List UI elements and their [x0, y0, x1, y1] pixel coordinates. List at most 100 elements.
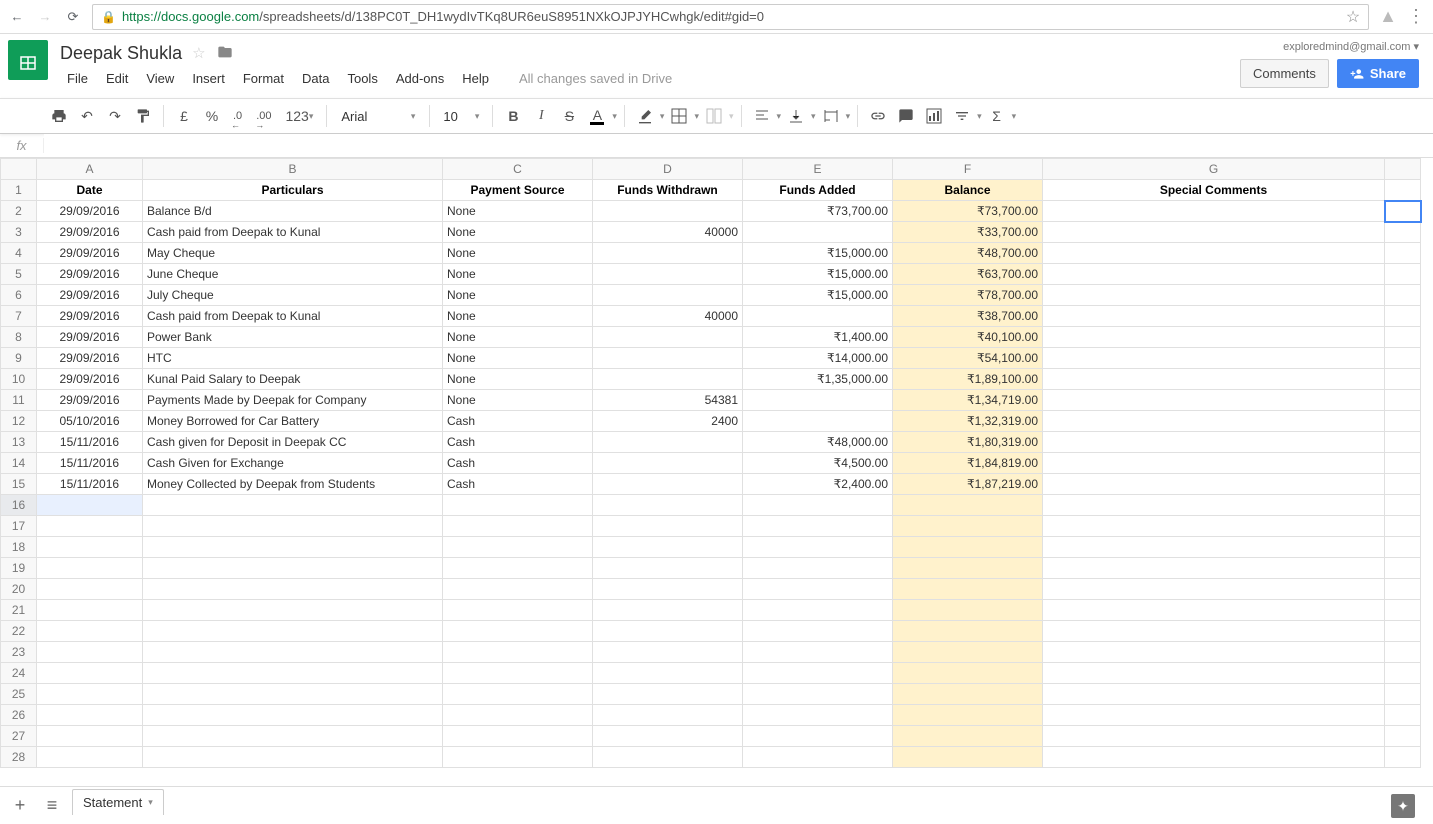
explore-button[interactable]: ✦ — [1391, 794, 1415, 818]
cell[interactable] — [593, 474, 743, 495]
cell[interactable] — [593, 747, 743, 768]
cell[interactable] — [37, 600, 143, 621]
paint-format-icon[interactable] — [130, 103, 156, 129]
cell[interactable]: ₹54,100.00 — [893, 348, 1043, 369]
fill-color-button[interactable] — [632, 103, 658, 129]
row-header[interactable]: 6 — [1, 285, 37, 306]
cell[interactable] — [593, 684, 743, 705]
header-cell[interactable]: Date — [37, 180, 143, 201]
cell[interactable]: 05/10/2016 — [37, 411, 143, 432]
cell[interactable] — [743, 663, 893, 684]
cell[interactable] — [593, 369, 743, 390]
cell[interactable] — [143, 726, 443, 747]
cell[interactable] — [37, 516, 143, 537]
insert-comment-button[interactable] — [893, 103, 919, 129]
back-icon[interactable]: ← — [8, 9, 26, 24]
cell[interactable]: Payments Made by Deepak for Company — [143, 390, 443, 411]
merge-chevron[interactable]: ▾ — [729, 111, 734, 122]
col-header-G[interactable]: G — [1043, 159, 1385, 180]
cell[interactable] — [1043, 432, 1385, 453]
cell[interactable] — [1043, 558, 1385, 579]
row-header[interactable]: 8 — [1, 327, 37, 348]
cell[interactable] — [893, 621, 1043, 642]
cell[interactable]: July Cheque — [143, 285, 443, 306]
increase-decimal-button[interactable]: .00→ — [250, 103, 277, 129]
row-header[interactable]: 26 — [1, 705, 37, 726]
cell[interactable]: 29/09/2016 — [37, 264, 143, 285]
cell[interactable] — [1043, 495, 1385, 516]
cell[interactable]: ₹15,000.00 — [743, 243, 893, 264]
fill-color-chevron[interactable]: ▾ — [660, 111, 665, 122]
share-button[interactable]: Share — [1337, 59, 1419, 88]
cell[interactable]: None — [443, 222, 593, 243]
cell[interactable] — [37, 705, 143, 726]
cell[interactable]: Balance B/d — [143, 201, 443, 222]
cell[interactable] — [593, 726, 743, 747]
cell[interactable] — [743, 579, 893, 600]
cell[interactable] — [37, 495, 143, 516]
header-cell[interactable]: Funds Added — [743, 180, 893, 201]
cell[interactable]: None — [443, 369, 593, 390]
row-header[interactable]: 10 — [1, 369, 37, 390]
cell[interactable]: Cash paid from Deepak to Kunal — [143, 306, 443, 327]
cell[interactable] — [1043, 306, 1385, 327]
print-icon[interactable] — [46, 103, 72, 129]
cell[interactable]: 15/11/2016 — [37, 453, 143, 474]
user-email[interactable]: exploredmind@gmail.com ▾ — [1283, 40, 1419, 53]
cell[interactable]: ₹73,700.00 — [743, 201, 893, 222]
cell[interactable]: ₹40,100.00 — [893, 327, 1043, 348]
menu-data[interactable]: Data — [295, 69, 336, 88]
cell[interactable]: ₹33,700.00 — [893, 222, 1043, 243]
row-header[interactable]: 4 — [1, 243, 37, 264]
cell[interactable]: ₹14,000.00 — [743, 348, 893, 369]
cell[interactable] — [593, 663, 743, 684]
cell[interactable] — [593, 453, 743, 474]
cell[interactable] — [593, 516, 743, 537]
cell[interactable] — [1043, 369, 1385, 390]
cell[interactable] — [743, 600, 893, 621]
cell[interactable]: None — [443, 243, 593, 264]
star-doc-icon[interactable]: ☆ — [192, 44, 205, 62]
row-header[interactable]: 7 — [1, 306, 37, 327]
menu-format[interactable]: Format — [236, 69, 291, 88]
cell[interactable] — [1043, 621, 1385, 642]
cell[interactable] — [443, 684, 593, 705]
cell[interactable] — [893, 642, 1043, 663]
spreadsheet-grid[interactable]: ABCDEFG1DateParticularsPayment SourceFun… — [0, 158, 1433, 786]
header-cell[interactable]: Balance — [893, 180, 1043, 201]
cell[interactable] — [743, 306, 893, 327]
menu-tools[interactable]: Tools — [340, 69, 384, 88]
insert-link-button[interactable] — [865, 103, 891, 129]
row-header[interactable]: 23 — [1, 642, 37, 663]
cell[interactable] — [37, 579, 143, 600]
row-header[interactable]: 20 — [1, 579, 37, 600]
row-header[interactable]: 19 — [1, 558, 37, 579]
cell[interactable] — [1043, 663, 1385, 684]
cell[interactable]: ₹1,84,819.00 — [893, 453, 1043, 474]
comments-button[interactable]: Comments — [1240, 59, 1329, 88]
cell[interactable] — [143, 600, 443, 621]
row-header[interactable]: 15 — [1, 474, 37, 495]
vertical-align-button[interactable] — [783, 103, 809, 129]
functions-chevron[interactable]: ▾ — [1012, 111, 1017, 122]
cell[interactable] — [893, 537, 1043, 558]
cell[interactable] — [37, 558, 143, 579]
text-color-chevron[interactable]: ▾ — [612, 111, 617, 122]
cell[interactable] — [593, 285, 743, 306]
row-header[interactable]: 1 — [1, 180, 37, 201]
drive-ext-icon[interactable]: ▲ — [1379, 6, 1397, 27]
reload-icon[interactable]: ⟳ — [64, 9, 82, 25]
cell[interactable]: June Cheque — [143, 264, 443, 285]
cell[interactable]: ₹1,32,319.00 — [893, 411, 1043, 432]
cell[interactable]: 29/09/2016 — [37, 285, 143, 306]
cell[interactable]: Power Bank — [143, 327, 443, 348]
col-header-D[interactable]: D — [593, 159, 743, 180]
cell[interactable] — [1043, 726, 1385, 747]
cell[interactable] — [743, 411, 893, 432]
cell[interactable]: 15/11/2016 — [37, 474, 143, 495]
cell[interactable]: 40000 — [593, 222, 743, 243]
row-header[interactable]: 25 — [1, 684, 37, 705]
cell[interactable] — [743, 621, 893, 642]
cell[interactable] — [743, 747, 893, 768]
cell[interactable] — [443, 642, 593, 663]
